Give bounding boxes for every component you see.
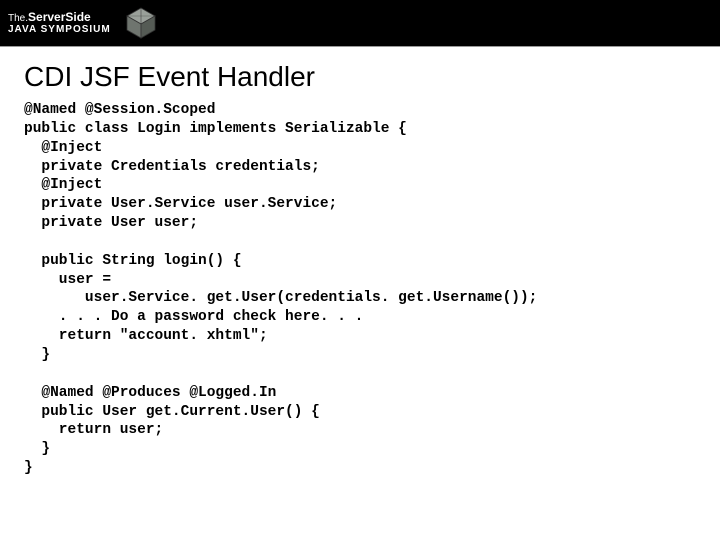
logo-line2: JAVA SYMPOSIUM — [8, 25, 111, 36]
slide-header: The.ServerSide JAVA SYMPOSIUM — [0, 0, 720, 46]
cube-icon — [123, 5, 159, 41]
slide-title: CDI JSF Event Handler — [0, 47, 720, 101]
logo-text: The.ServerSide JAVA SYMPOSIUM — [8, 11, 111, 35]
code-block: @Named @Session.Scoped public class Logi… — [0, 101, 720, 478]
logo-line1: The.ServerSide — [8, 11, 111, 25]
